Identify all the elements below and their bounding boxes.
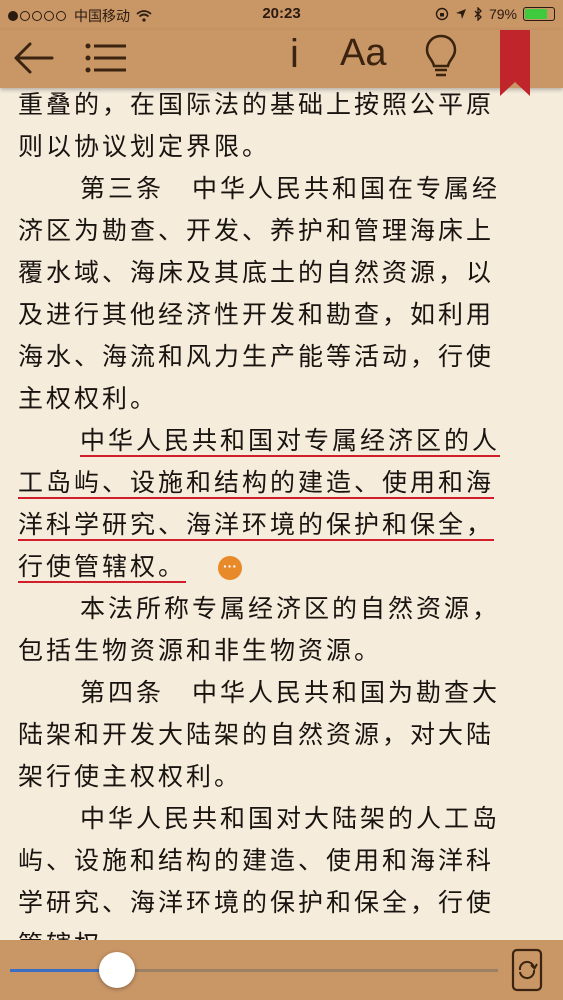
status-bar: 中国移动 20:23 79% (0, 0, 563, 30)
text-line: 第四条 中华人民共和国为勘查大 (18, 672, 538, 714)
arrow-left-icon[interactable] (12, 40, 54, 76)
text-line: 中华人民共和国对专属经济区的人 (18, 420, 538, 462)
battery-percent: 79% (488, 6, 517, 22)
highlighted-text[interactable]: 行使管辖权。 (18, 552, 187, 583)
text-line: 则以协议划定界限。 (18, 126, 538, 168)
rotate-lock-icon[interactable] (510, 948, 544, 992)
progress-slider-knob[interactable] (99, 952, 136, 988)
text-line: 本法所称专属经济区的自然资源， (18, 588, 538, 630)
text-line: 重叠的，在国际法的基础上按照公平原 (18, 84, 538, 126)
orientation-lock-icon (435, 7, 449, 21)
note-bubble-icon[interactable]: ··· (218, 556, 242, 580)
bluetooth-icon (474, 7, 482, 21)
reader-bottom-bar (0, 940, 563, 1000)
text-line: 覆水域、海床及其底土的自然资源，以 (18, 252, 538, 294)
text-line: 洋科学研究、海洋环境的保护和保全， (18, 504, 538, 546)
text-line-content: 及进行其他经济性开发和勘查，如利用 (18, 300, 495, 329)
bookmark-icon[interactable] (500, 30, 530, 96)
text-line: 包括生物资源和非生物资源。 (18, 630, 538, 672)
status-right: 79% (435, 6, 555, 22)
text-line: 架行使主权权利。 (18, 756, 538, 798)
text-line: 行使管辖权。 (18, 546, 538, 588)
text-line-content: 第三条 中华人民共和国在专属经 (80, 174, 501, 203)
text-line-content: 海水、海流和风力生产能等活动，行使 (18, 342, 495, 371)
text-line-content: 则以协议划定界限。 (18, 132, 271, 161)
highlighted-text[interactable]: 工岛屿、设施和结构的建造、使用和海 (18, 468, 495, 499)
highlighted-text[interactable]: 中华人民共和国对专属经济区的人 (80, 426, 501, 457)
text-line-content: 屿、设施和结构的建造、使用和海洋科 (18, 846, 495, 875)
text-line-content: 中华人民共和国对大陆架的人工岛 (80, 804, 501, 833)
text-line-content: 主权权利。 (18, 384, 159, 413)
book-page-text: 重叠的，在国际法的基础上按照公平原 则以协议划定界限。第三条 中华人民共和国在专属… (18, 84, 538, 966)
text-line-content: 学研究、海洋环境的保护和保全，行使 (18, 888, 495, 917)
text-line-content: 陆架和开发大陆架的自然资源，对大陆 (18, 720, 495, 749)
text-line: 屿、设施和结构的建造、使用和海洋科 (18, 840, 538, 882)
progress-slider[interactable] (10, 952, 498, 988)
info-button[interactable]: i (290, 32, 299, 77)
text-line: 中华人民共和国对大陆架的人工岛 (18, 798, 538, 840)
text-line-content: 覆水域、海床及其底土的自然资源，以 (18, 258, 495, 287)
text-line-content: 重叠的，在国际法的基础上按照公平原 (18, 90, 495, 119)
text-line-content: 第四条 中华人民共和国为勘查大 (80, 678, 501, 707)
text-line-content: 济区为勘查、开发、养护和管理海床上 (18, 216, 495, 245)
list-icon[interactable] (84, 42, 128, 74)
text-line-content: 包括生物资源和非生物资源。 (18, 636, 383, 665)
font-settings-button[interactable]: Aa (340, 32, 386, 75)
text-line: 及进行其他经济性开发和勘查，如利用 (18, 294, 538, 336)
text-line: 陆架和开发大陆架的自然资源，对大陆 (18, 714, 538, 756)
lightbulb-icon[interactable] (424, 34, 458, 80)
text-line: 学研究、海洋环境的保护和保全，行使 (18, 882, 538, 924)
location-icon (455, 9, 466, 19)
reader-toolbar: i Aa (0, 30, 563, 88)
text-line: 第三条 中华人民共和国在专属经 (18, 168, 538, 210)
text-line-content: 架行使主权权利。 (18, 762, 243, 791)
text-line: 主权权利。 (18, 378, 538, 420)
text-line: 工岛屿、设施和结构的建造、使用和海 (18, 462, 538, 504)
text-line: 海水、海流和风力生产能等活动，行使 (18, 336, 538, 378)
battery-icon (523, 7, 555, 21)
text-line: 济区为勘查、开发、养护和管理海床上 (18, 210, 538, 252)
highlighted-text[interactable]: 洋科学研究、海洋环境的保护和保全， (18, 510, 495, 541)
text-line-content: 本法所称专属经济区的自然资源， (80, 594, 501, 623)
